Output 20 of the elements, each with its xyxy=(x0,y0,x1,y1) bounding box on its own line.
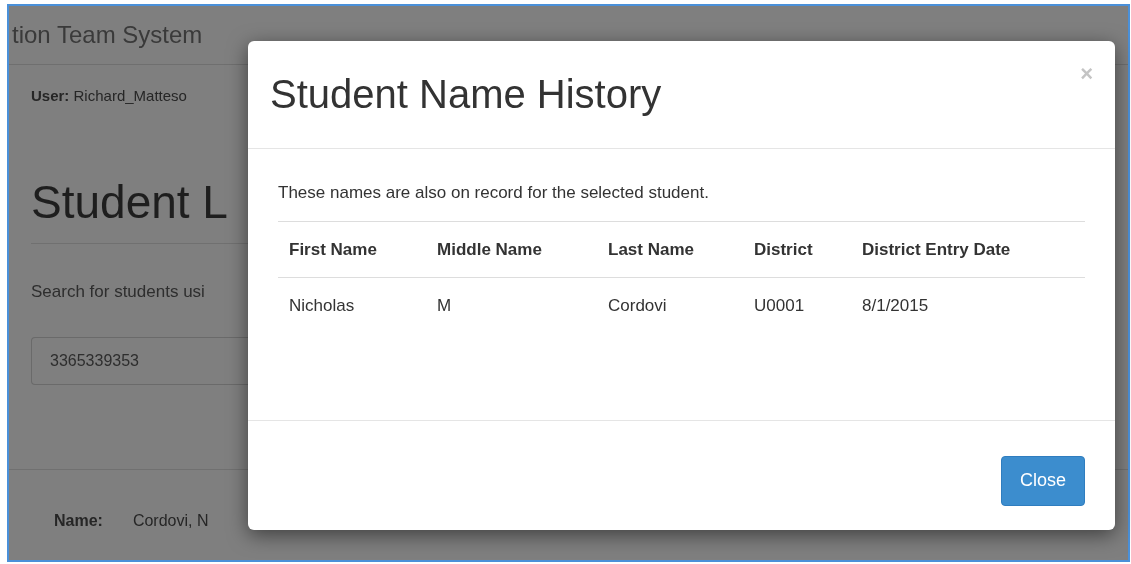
column-header: District xyxy=(743,221,851,278)
table-cell: M xyxy=(426,277,597,334)
table-cell: Cordovi xyxy=(597,277,743,334)
modal-message: These names are also on record for the selected student. xyxy=(278,183,710,203)
table-cell: 8/1/2015 xyxy=(851,277,1085,334)
modal-title: Student Name History xyxy=(270,72,662,117)
table-cell: U0001 xyxy=(743,277,851,334)
table-cell: Nicholas xyxy=(278,277,426,334)
column-header: District Entry Date xyxy=(851,221,1085,278)
column-header: Middle Name xyxy=(426,221,597,278)
app-title: tion Team System xyxy=(12,21,203,49)
name-label: Name: xyxy=(54,512,103,530)
close-button[interactable]: Close xyxy=(1000,455,1085,506)
column-header: First Name xyxy=(278,221,426,278)
search-hint: Search for students usi xyxy=(31,282,205,302)
user-name: Richard_Matteso xyxy=(73,87,187,104)
search-field[interactable]: 3365339353 xyxy=(31,337,248,385)
student-name: Cordovi, N xyxy=(132,512,209,530)
user-label: User: xyxy=(31,87,70,104)
column-header: Last Name xyxy=(597,221,743,278)
